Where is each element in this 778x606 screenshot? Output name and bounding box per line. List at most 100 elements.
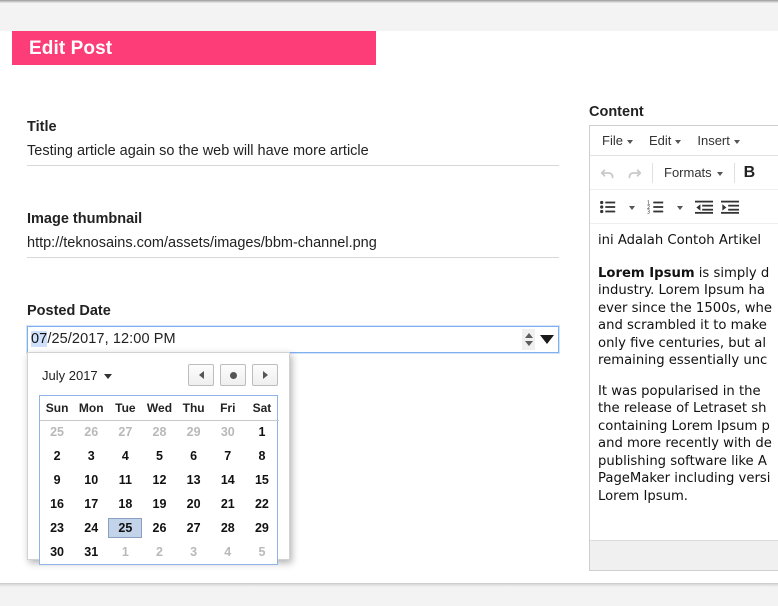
calendar-day-cell[interactable]: 6 [177,444,211,468]
page-title: Edit Post [29,37,113,59]
calendar-week-row: 30 31 1 2 3 4 5 [40,540,279,564]
calendar-day-cell[interactable]: 1 [108,540,142,564]
weekday-mon: Mon [74,396,109,421]
weekday-thu: Thu [176,396,211,421]
calendar-day-cell[interactable]: 10 [74,468,108,492]
calendar-day-cell[interactable]: 14 [211,468,245,492]
calendar-day-cell[interactable]: 21 [211,492,245,516]
calendar-day-cell[interactable]: 27 [177,516,211,540]
chevron-down-icon [716,171,723,176]
editor-paragraph: industry. Lorem Ipsum ha [598,283,765,298]
calendar-day-cell[interactable]: 11 [108,468,142,492]
rich-text-editor: File Edit Insert Formats B 1 2 3 ini Ada… [589,125,778,571]
redo-icon [628,168,642,178]
calendar-day-cell[interactable]: 30 [40,540,74,564]
calendar-day-cell[interactable]: 1 [245,420,279,444]
editor-paragraph: Lorem Ipsum is simply d [598,265,778,283]
menu-edit[interactable]: Edit [641,130,689,151]
outdent-icon [695,200,713,214]
weekday-fri: Fri [210,396,245,421]
calendar-day-cell[interactable]: 7 [211,444,245,468]
bullet-list-options[interactable] [621,204,643,210]
posted-date-controls [522,327,555,352]
editor-menubar: File Edit Insert [590,126,778,156]
date-stepper[interactable] [522,328,535,350]
numbered-list-button[interactable]: 1 2 3 [643,194,669,220]
calendar-day-cell[interactable]: 5 [245,540,279,564]
calendar-day-cell[interactable]: 22 [245,492,279,516]
calendar-day-cell[interactable]: 8 [245,444,279,468]
calendar-day-cell[interactable]: 31 [74,540,108,564]
calendar-day-cell[interactable]: 18 [108,492,142,516]
chevron-down-icon [626,139,633,144]
calendar-day-cell[interactable]: 23 [40,516,74,540]
calendar-next-button[interactable] [252,364,278,386]
formats-dropdown[interactable]: Formats [658,165,729,180]
calendar-day-cell[interactable]: 4 [108,444,142,468]
editor-toolbar-row-1: Formats B [590,156,778,190]
calendar-day-cell[interactable]: 25 [108,516,143,540]
redo-button[interactable] [621,160,647,186]
calendar-day-cell[interactable]: 26 [74,420,108,444]
post-form: Title Image thumbnail Posted Date 07/25/… [27,118,559,375]
calendar-day-cell[interactable]: 19 [142,492,176,516]
calendar-day-cell[interactable]: 29 [245,516,279,540]
weekday-tue: Tue [108,396,143,421]
calendar-day-cell[interactable]: 9 [40,468,74,492]
field-spacer-2 [27,280,559,302]
date-segment-month[interactable]: 07 [31,331,48,348]
field-image-thumbnail: Image thumbnail [27,210,559,258]
menu-file[interactable]: File [594,130,641,151]
calendar-day-cell[interactable]: 20 [177,492,211,516]
calendar-day-cell[interactable]: 25 [40,420,74,444]
chevron-down-icon [103,373,112,379]
calendar-day-cell[interactable]: 13 [177,468,211,492]
calendar-day-cell[interactable]: 17 [74,492,108,516]
calendar-day-cell[interactable]: 15 [245,468,279,492]
image-thumbnail-label: Image thumbnail [27,210,143,227]
editor-paragraph: and scrambled it to make [598,318,767,333]
calendar-day-cell[interactable]: 24 [74,516,108,540]
undo-icon [600,168,614,178]
indent-icon [721,200,739,214]
chevron-down-icon [733,139,740,144]
calendar-day-cell[interactable]: 16 [40,492,74,516]
bullet-list-button[interactable] [595,194,621,220]
chevron-down-icon [540,334,554,344]
calendar-day-cell[interactable]: 5 [142,444,176,468]
svg-text:3: 3 [647,209,650,215]
calendar-day-cell[interactable]: 29 [177,420,211,444]
chevron-down-icon [629,205,635,210]
calendar-day-cell[interactable]: 4 [211,540,245,564]
date-picker-popup[interactable]: July 2017 Sun Mon Tue Wed Thu Fri Sat 25… [27,352,290,565]
calendar-day-cell[interactable]: 28 [142,420,176,444]
numbered-list-options[interactable] [669,204,691,210]
calendar-day-cell[interactable]: 27 [108,420,142,444]
calendar-day-cell[interactable]: 30 [211,420,245,444]
calendar-prev-button[interactable] [188,364,214,386]
image-thumbnail-input[interactable] [27,233,559,258]
calendar-day-cell[interactable]: 28 [211,516,245,540]
weekday-sun: Sun [40,396,75,421]
calendar-day-cell[interactable]: 26 [142,516,176,540]
calendar-month-label: July 2017 [42,367,98,383]
outdent-button[interactable] [691,194,717,220]
posted-date-input[interactable]: 07/25/2017, 12:00 PM [27,325,559,353]
calendar-today-button[interactable] [220,364,246,386]
date-picker-toggle[interactable] [539,329,555,350]
title-input[interactable] [27,141,559,166]
calendar-month-select[interactable]: July 2017 [39,368,112,383]
calendar-day-cell[interactable]: 2 [40,444,74,468]
undo-button[interactable] [595,160,621,186]
calendar-day-cell[interactable]: 3 [177,540,211,564]
calendar-day-cell[interactable]: 3 [74,444,108,468]
indent-button[interactable] [717,194,743,220]
bold-button[interactable]: B [740,164,760,182]
calendar-nav [188,364,278,386]
caret-up-icon [524,332,533,338]
calendar-day-cell[interactable]: 2 [142,540,176,564]
menu-insert[interactable]: Insert [689,130,748,151]
formats-label: Formats [664,165,712,180]
editor-content-area[interactable]: ini Adalah Contoh Artikel Lorem Ipsum is… [590,224,778,540]
calendar-day-cell[interactable]: 12 [142,468,176,492]
